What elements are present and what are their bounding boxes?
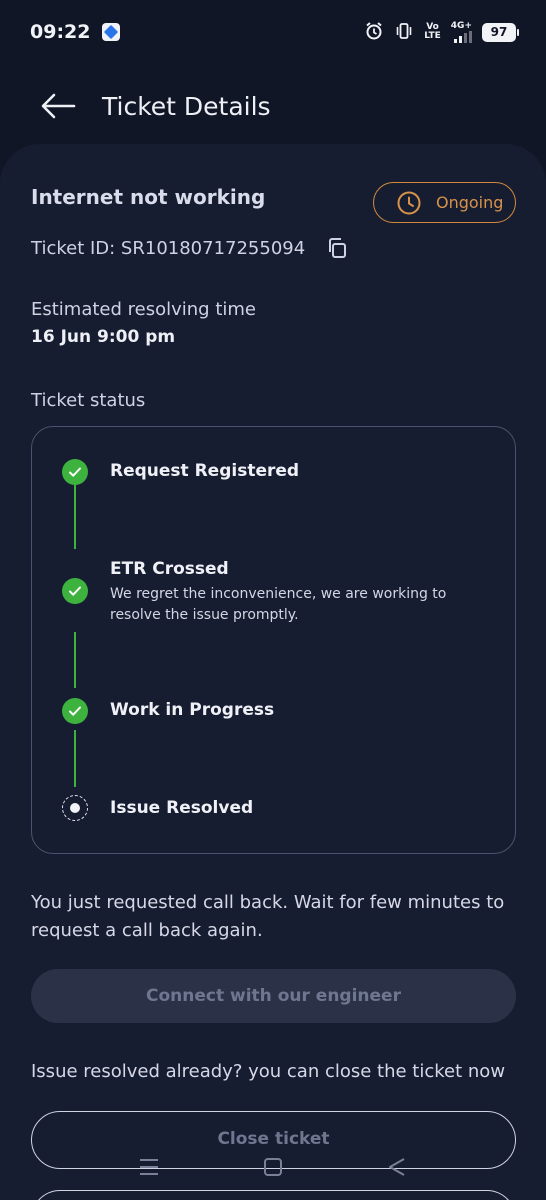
alarm-icon — [364, 21, 384, 44]
system-back-button[interactable] — [385, 1155, 409, 1179]
home-button[interactable] — [261, 1155, 285, 1179]
status-icons: Vo LTE 4G+ 97 — [364, 20, 519, 44]
next-button-edge — [31, 1190, 516, 1200]
ticket-id-row: Ticket ID: SR10180717255094 — [31, 236, 349, 260]
recent-apps-button[interactable] — [137, 1155, 161, 1179]
arrow-left-icon — [41, 93, 76, 119]
callback-message: You just requested call back. Wait for f… — [31, 892, 505, 941]
timeline-connector — [74, 485, 76, 549]
home-icon — [264, 1158, 282, 1176]
ticket-title: Internet not working — [31, 185, 266, 209]
app-header: Ticket Details — [0, 76, 546, 136]
back-button[interactable] — [38, 86, 78, 126]
step-title: ETR Crossed — [110, 559, 229, 579]
copy-button[interactable] — [325, 236, 349, 260]
signal-icon: 4G+ — [450, 20, 472, 43]
status-badge-label: Ongoing — [436, 193, 504, 212]
check-circle-icon — [62, 459, 88, 485]
step-title: Issue Resolved — [110, 798, 254, 818]
check-circle-icon — [62, 578, 88, 604]
step-description: We regret the inconvenience, we are work… — [110, 586, 447, 623]
page-title: Ticket Details — [102, 91, 271, 121]
timeline-connector — [74, 632, 76, 688]
copy-icon — [329, 238, 347, 258]
network-type: 4G+ — [450, 20, 472, 31]
ticket-status-timeline: Request Registered ETR Crossed We regret… — [31, 426, 516, 854]
back-icon — [389, 1158, 405, 1176]
close-ticket-message: Issue resolved already? you can close th… — [31, 1061, 506, 1082]
volte-icon: Vo LTE — [424, 22, 441, 41]
close-ticket-label: Close ticket — [217, 1129, 330, 1149]
timeline-connector — [74, 730, 76, 787]
app-icon — [102, 23, 121, 41]
vibrate-icon — [394, 21, 414, 44]
status-bar: 09:22 Vo LTE 4G+ 97 — [0, 0, 546, 64]
step-title: Request Registered — [110, 461, 300, 481]
system-nav-bar — [0, 1150, 546, 1184]
status-badge: Ongoing — [373, 182, 516, 223]
check-circle-icon — [62, 698, 88, 724]
battery-icon: 97 — [482, 22, 519, 42]
ticket-id: Ticket ID: SR10180717255094 — [31, 237, 306, 259]
pending-circle-icon — [62, 795, 88, 821]
etr-value: 16 Jun 9:00 pm — [31, 327, 176, 347]
menu-icon — [140, 1159, 158, 1175]
status-time: 09:22 — [30, 21, 91, 43]
connect-engineer-button[interactable]: Connect with our engineer — [31, 969, 516, 1023]
etr-label: Estimated resolving time — [31, 299, 256, 320]
clock-icon — [397, 191, 421, 214]
step-title: Work in Progress — [110, 700, 275, 720]
ticket-status-label: Ticket status — [31, 390, 146, 411]
